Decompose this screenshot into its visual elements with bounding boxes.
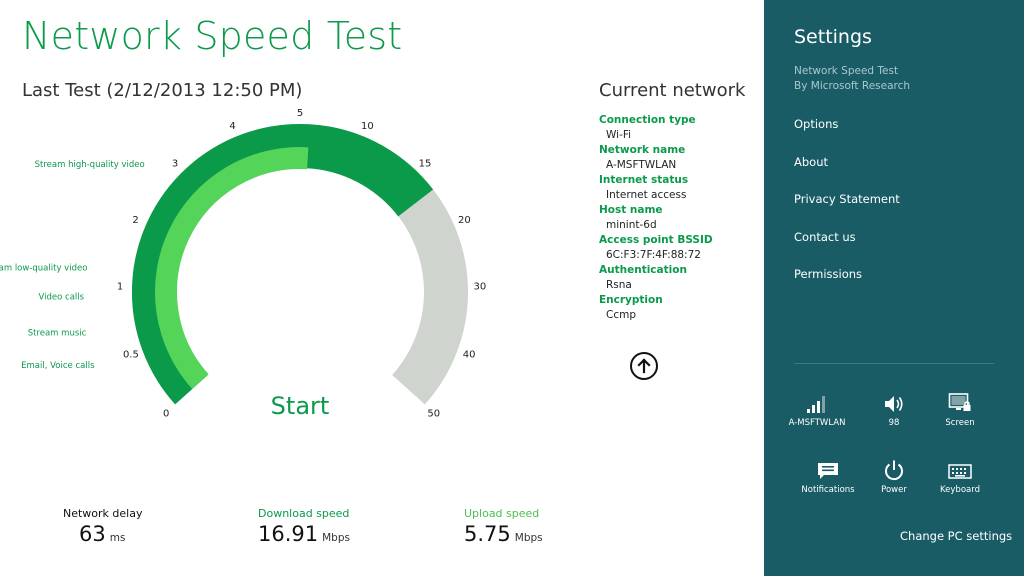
quick-notifications-label: Notifications bbox=[801, 485, 855, 495]
download-speed-metric: Download speed 16.91 Mbps bbox=[258, 507, 350, 546]
current-network-panel: Current network Connection type Wi-Fi Net… bbox=[599, 80, 759, 323]
network-name-value: A-MSFTWLAN bbox=[606, 159, 677, 171]
download-speed-value: 16.91 bbox=[258, 522, 319, 546]
gauge-tick-label: 50 bbox=[427, 408, 440, 419]
network-field: Internet status Internet access bbox=[599, 173, 759, 203]
quick-volume-button[interactable]: 98 bbox=[859, 388, 929, 428]
quick-notifications-button[interactable]: Notifications bbox=[793, 455, 863, 495]
access-point-bssid-value: 6C:F3:7F:4F:88:72 bbox=[606, 249, 701, 261]
network-field: Encryption Ccmp bbox=[599, 293, 759, 323]
quick-screen-button[interactable]: Screen bbox=[925, 388, 995, 428]
connection-type-key: Connection type bbox=[599, 114, 696, 126]
gauge-tick-label: 2 bbox=[132, 215, 138, 226]
gauge-tick-label: 40 bbox=[463, 350, 476, 361]
network-delay-value: 63 bbox=[79, 522, 106, 546]
gauge-tick-label: 15 bbox=[419, 159, 432, 170]
gauge-tick-label: 30 bbox=[474, 282, 487, 293]
settings-menu-about[interactable]: About bbox=[794, 155, 900, 193]
screen-lock-icon bbox=[948, 393, 971, 411]
gauge-tick-label: 20 bbox=[458, 215, 471, 226]
start-button[interactable]: Start bbox=[250, 392, 350, 420]
quick-network-label: A-MSFTWLAN bbox=[788, 418, 846, 428]
network-delay-value-row: 63 ms bbox=[79, 522, 142, 546]
connection-type-value: Wi-Fi bbox=[606, 129, 632, 141]
settings-app-publisher: By Microsoft Research bbox=[794, 80, 911, 92]
network-field: Host name minint-6d bbox=[599, 203, 759, 233]
power-icon bbox=[885, 460, 903, 481]
download-speed-label: Download speed bbox=[258, 507, 350, 520]
gauge-usage-label: Email, Voice calls bbox=[21, 361, 95, 371]
authentication-key: Authentication bbox=[599, 264, 687, 276]
gauge-download-arc bbox=[132, 124, 434, 405]
settings-menu-privacy-statement[interactable]: Privacy Statement bbox=[794, 192, 900, 230]
gauge-tick-label: 10 bbox=[361, 121, 374, 132]
network-field: Network name A-MSFTWLAN bbox=[599, 143, 759, 173]
settings-menu: Options About Privacy Statement Contact … bbox=[794, 117, 900, 305]
quick-power-button[interactable]: Power bbox=[859, 455, 929, 495]
arrow-up-icon bbox=[637, 358, 651, 374]
download-speed-unit: Mbps bbox=[322, 532, 350, 544]
host-name-key: Host name bbox=[599, 204, 663, 216]
network-delay-metric: Network delay 63 ms bbox=[63, 507, 142, 546]
quick-keyboard-button[interactable]: Keyboard bbox=[925, 455, 995, 495]
settings-menu-permissions[interactable]: Permissions bbox=[794, 267, 900, 305]
gauge-usage-label: Stream music bbox=[28, 329, 87, 339]
keyboard-icon bbox=[948, 464, 972, 479]
gauge-tick-label: 4 bbox=[229, 121, 235, 132]
access-point-bssid-key: Access point BSSID bbox=[599, 234, 713, 246]
settings-menu-contact-us[interactable]: Contact us bbox=[794, 230, 900, 268]
settings-charm-panel: Settings Network Speed Test By Microsoft… bbox=[764, 0, 1024, 576]
settings-title: Settings bbox=[794, 26, 872, 48]
gauge-tick-label: 3 bbox=[172, 159, 178, 170]
network-field: Connection type Wi-Fi bbox=[599, 113, 759, 143]
authentication-value: Rsna bbox=[606, 279, 632, 291]
internet-status-value: Internet access bbox=[606, 189, 687, 201]
app-main: Network Speed Test Last Test (2/12/2013 … bbox=[0, 0, 764, 576]
speaker-icon bbox=[885, 396, 903, 412]
wifi-signal-icon bbox=[807, 396, 825, 413]
quick-volume-label: 98 bbox=[888, 418, 900, 428]
network-field: Access point BSSID 6C:F3:7F:4F:88:72 bbox=[599, 233, 759, 263]
quick-network-button[interactable]: A-MSFTWLAN bbox=[782, 388, 852, 428]
upload-speed-value-row: 5.75 Mbps bbox=[464, 522, 543, 546]
scroll-up-button[interactable] bbox=[630, 352, 658, 380]
settings-app-name: Network Speed Test bbox=[794, 65, 899, 77]
gauge-tick-label: 1 bbox=[117, 282, 123, 293]
settings-divider bbox=[794, 363, 994, 364]
gauge-usage-label: Stream high-quality video bbox=[35, 160, 145, 170]
internet-status-key: Internet status bbox=[599, 174, 689, 186]
encryption-key: Encryption bbox=[599, 294, 663, 306]
quick-screen-label: Screen bbox=[945, 418, 975, 428]
gauge-tick-label: 0 bbox=[163, 408, 169, 419]
quick-keyboard-label: Keyboard bbox=[940, 485, 980, 495]
notifications-icon bbox=[818, 463, 838, 479]
upload-speed-unit: Mbps bbox=[514, 532, 543, 544]
upload-speed-metric: Upload speed 5.75 Mbps bbox=[464, 507, 543, 546]
gauge-tick-label: 0.5 bbox=[123, 350, 139, 361]
upload-speed-value: 5.75 bbox=[464, 522, 511, 546]
quick-power-label: Power bbox=[881, 485, 907, 495]
settings-menu-options[interactable]: Options bbox=[794, 117, 900, 155]
gauge-usage-label: Stream low-quality video bbox=[0, 263, 87, 273]
network-delay-label: Network delay bbox=[63, 507, 143, 520]
gauge-tick-label: 5 bbox=[297, 108, 303, 119]
gauge-usage-label: Video calls bbox=[39, 292, 85, 302]
change-pc-settings-link[interactable]: Change PC settings bbox=[900, 529, 1012, 543]
download-speed-value-row: 16.91 Mbps bbox=[258, 522, 350, 546]
host-name-value: minint-6d bbox=[606, 219, 657, 231]
network-field: Authentication Rsna bbox=[599, 263, 759, 293]
upload-speed-label: Upload speed bbox=[464, 507, 540, 520]
encryption-value: Ccmp bbox=[606, 309, 636, 321]
network-delay-unit: ms bbox=[109, 532, 126, 544]
network-name-key: Network name bbox=[599, 144, 686, 156]
current-network-title: Current network bbox=[599, 80, 746, 101]
